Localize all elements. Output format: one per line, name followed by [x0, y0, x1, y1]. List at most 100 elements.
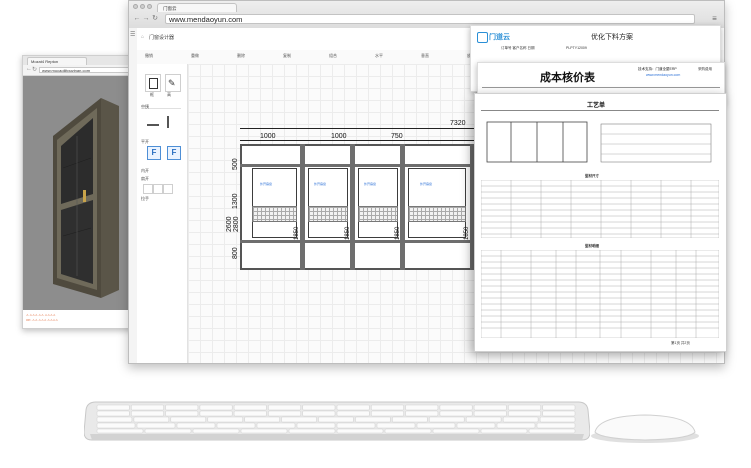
- toolbar-item-4[interactable]: 组合: [329, 53, 337, 59]
- doc-craft-title: 工艺单: [587, 103, 606, 109]
- app-title: 门窗设计器: [149, 35, 175, 41]
- frame-tool-button[interactable]: [145, 74, 161, 92]
- mendaoyun-logo-icon: [477, 32, 488, 43]
- sash-label-3: 外开扇窗: [364, 182, 377, 186]
- key-2-12: [539, 416, 576, 423]
- key-0-8: [371, 404, 404, 411]
- menu-icon[interactable]: ≡: [710, 14, 719, 23]
- key-0-4: [233, 404, 267, 411]
- hamburger-icon[interactable]: ☰: [130, 31, 135, 38]
- total-height-label-1: 2600: [226, 216, 233, 232]
- total-height-label-2: 2800: [233, 216, 240, 232]
- vertical-mullion-tool[interactable]: [167, 116, 169, 128]
- key-3-7: [376, 422, 416, 429]
- key-2-0: [96, 416, 133, 423]
- key-2-1: [133, 416, 170, 423]
- sash-label-4: 外开扇窗: [420, 182, 433, 186]
- browser-tab[interactable]: 门窗云: [157, 3, 237, 12]
- sash-1[interactable]: [252, 168, 297, 238]
- 3d-window-render-viewport[interactable]: [23, 76, 135, 310]
- component-panel: ✎ 框 高 中挗 平开 F F 内开 扇开 拉手: [137, 64, 188, 363]
- reload-icon[interactable]: ↻: [151, 15, 159, 23]
- edit-tool-button[interactable]: ✎: [165, 74, 181, 92]
- sash-height-label-3: 1850: [395, 226, 401, 240]
- key-2-10: [465, 416, 502, 423]
- key-4-6: [384, 428, 432, 434]
- height-label-mid: 1300: [232, 193, 239, 209]
- mullion-3[interactable]: [400, 144, 405, 270]
- key-1-2: [165, 410, 199, 417]
- sash-4[interactable]: [408, 168, 466, 238]
- key-0-0: [96, 404, 130, 411]
- key-1-8: [371, 410, 404, 417]
- width-label-3: 750: [391, 133, 403, 140]
- window-maximize-dot[interactable]: [147, 4, 152, 9]
- key-0-5: [268, 404, 301, 411]
- forward-icon[interactable]: →: [142, 15, 150, 23]
- key-1-4: [233, 410, 267, 417]
- mullion-1[interactable]: [300, 144, 305, 270]
- doc-plan-meta: 订单号 客户名称 日期: [501, 46, 535, 50]
- key-1-9: [405, 410, 439, 417]
- sash-tool-a[interactable]: [143, 184, 153, 194]
- key-4-7: [432, 428, 480, 434]
- address-bar[interactable]: www.mendaoyun.com: [165, 14, 695, 24]
- key-0-7: [336, 404, 370, 411]
- screen-mesh-4: [408, 206, 466, 222]
- casement-f-button-2[interactable]: F: [167, 146, 181, 160]
- panel-label-handle: 拉手: [141, 196, 149, 201]
- transom-top[interactable]: [240, 164, 470, 167]
- key-2-5: [281, 416, 317, 423]
- transom-bottom[interactable]: [240, 240, 470, 243]
- key-4-8: [480, 428, 528, 434]
- sash-2[interactable]: [308, 168, 348, 238]
- profile-table: [481, 180, 719, 238]
- toolbar-item-3[interactable]: 复制: [283, 53, 291, 59]
- key-1-10: [439, 410, 473, 417]
- sash-3[interactable]: [358, 168, 398, 238]
- key-1-3: [199, 410, 233, 417]
- key-1-13: [542, 410, 576, 417]
- toolbar-item-6[interactable]: 垂直: [421, 53, 429, 59]
- sash-label-2: 外开扇窗: [314, 182, 327, 186]
- toolbar-item-0[interactable]: 撤销: [145, 53, 153, 59]
- casement-f-button-1[interactable]: F: [147, 146, 161, 160]
- secondary-browser-window: Mozat4 Repton ← ↻ www.mucaolijtguyinan.c…: [22, 55, 136, 329]
- secondary-url-field[interactable]: www.mucaolijtguyinan.com: [39, 67, 131, 73]
- key-3-6: [336, 422, 376, 429]
- key-1-1: [131, 410, 164, 417]
- mullion-2[interactable]: [350, 144, 355, 270]
- total-width-label: 7320: [450, 120, 466, 127]
- sash-height-label-1: 1850: [294, 226, 300, 240]
- toolbar-item-1[interactable]: 重做: [191, 53, 199, 59]
- sash-tool-c[interactable]: [163, 184, 173, 194]
- home-icon[interactable]: ⌂: [141, 34, 144, 40]
- horizontal-mullion-tool[interactable]: [147, 124, 159, 126]
- height-label-bottom: 800: [232, 247, 239, 259]
- reload-icon[interactable]: ↻: [32, 66, 37, 73]
- window-minimize-dot[interactable]: [140, 4, 145, 9]
- key-2-7: [355, 416, 391, 423]
- back-icon[interactable]: ←: [133, 15, 141, 23]
- toolbar-item-2[interactable]: 删除: [237, 53, 245, 59]
- secondary-browser-tab[interactable]: Mozat4 Repton: [27, 57, 87, 65]
- doc-cost-title: 成本核价表: [540, 72, 595, 84]
- key-0-11: [473, 404, 507, 411]
- panel-label-casement: 平开: [141, 139, 149, 144]
- key-2-11: [502, 416, 539, 423]
- key-2-4: [244, 416, 280, 423]
- key-1-5: [268, 410, 301, 417]
- window-close-dot[interactable]: [133, 4, 138, 9]
- key-4-3: [240, 428, 288, 434]
- height-label-top: 500: [232, 158, 239, 170]
- key-4-5: [336, 428, 384, 434]
- key-0-3: [199, 404, 233, 411]
- key-3-3: [216, 422, 256, 429]
- key-2-8: [392, 416, 428, 423]
- sash-tool-b[interactable]: [153, 184, 163, 194]
- toolbar-item-5[interactable]: 水平: [375, 53, 383, 59]
- key-0-13: [542, 404, 576, 411]
- key-1-12: [508, 410, 541, 417]
- screen-mesh-2: [308, 206, 348, 222]
- panel-label-height: 高: [167, 92, 171, 97]
